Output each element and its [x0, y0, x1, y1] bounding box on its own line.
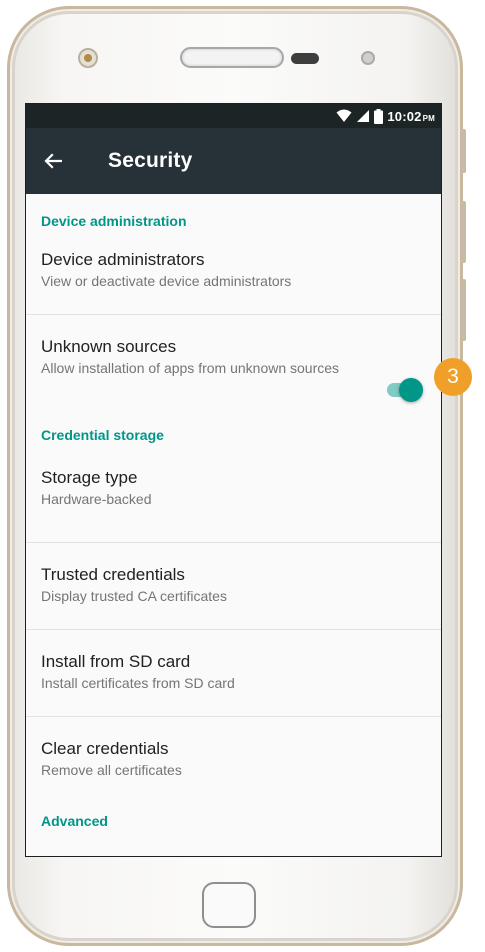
- home-button[interactable]: [202, 882, 256, 928]
- battery-icon: [374, 108, 384, 124]
- proximity-sensor: [361, 51, 375, 65]
- section-header-device-administration: Device administration: [41, 213, 187, 229]
- item-title: Install from SD card: [41, 652, 191, 671]
- settings-list: Device administration Device administrat…: [26, 194, 441, 854]
- unknown-sources-toggle[interactable]: [381, 375, 425, 405]
- list-item-install-from-sd-card[interactable]: Install from SD card Install certificate…: [26, 630, 441, 716]
- status-bar: 10:02PM: [26, 104, 441, 128]
- back-arrow-icon[interactable]: [40, 148, 66, 174]
- list-item-clear-credentials[interactable]: Clear credentials Remove all certificate…: [26, 717, 441, 811]
- wifi-icon: [336, 109, 352, 123]
- item-subtitle: Install certificates from SD card: [41, 675, 235, 691]
- signal-icon: [356, 109, 370, 123]
- volume-up-button: [461, 201, 466, 263]
- list-item-unknown-sources[interactable]: Unknown sources Allow installation of ap…: [26, 315, 441, 427]
- item-subtitle: Display trusted CA certificates: [41, 588, 227, 604]
- item-title: Clear credentials: [41, 739, 169, 758]
- item-subtitle: Allow installation of apps from unknown …: [41, 360, 340, 376]
- item-title: Trusted credentials: [41, 565, 185, 584]
- item-title: Unknown sources: [41, 337, 177, 356]
- item-subtitle: Hardware-backed: [41, 491, 152, 507]
- earpiece-speaker: [180, 47, 284, 68]
- front-camera: [78, 48, 98, 68]
- sensor: [291, 53, 319, 64]
- step-callout-badge: 3: [434, 358, 472, 396]
- toggle-thumb: [399, 378, 423, 402]
- section-header-advanced: Advanced: [41, 813, 108, 829]
- page-title: Security: [108, 149, 193, 172]
- volume-down-button: [461, 279, 466, 341]
- item-title: Device administrators: [41, 250, 205, 269]
- list-item-trusted-credentials[interactable]: Trusted credentials Display trusted CA c…: [26, 543, 441, 629]
- item-subtitle: View or deactivate device administrators: [41, 273, 292, 289]
- item-title: Storage type: [41, 468, 138, 487]
- screen: 10:02PM Security Device administration D…: [25, 103, 442, 857]
- list-item-device-administrators[interactable]: Device administrators View or deactivate…: [26, 237, 441, 314]
- side-button: [461, 129, 466, 173]
- list-item-storage-type[interactable]: Storage type Hardware-backed: [26, 456, 441, 542]
- item-subtitle: Remove all certificates: [41, 762, 182, 778]
- app-bar: Security: [26, 128, 441, 194]
- item-text: Unknown sources Allow installation of ap…: [41, 336, 346, 378]
- section-header-credential-storage: Credential storage: [41, 427, 164, 443]
- status-time: 10:02PM: [387, 108, 435, 124]
